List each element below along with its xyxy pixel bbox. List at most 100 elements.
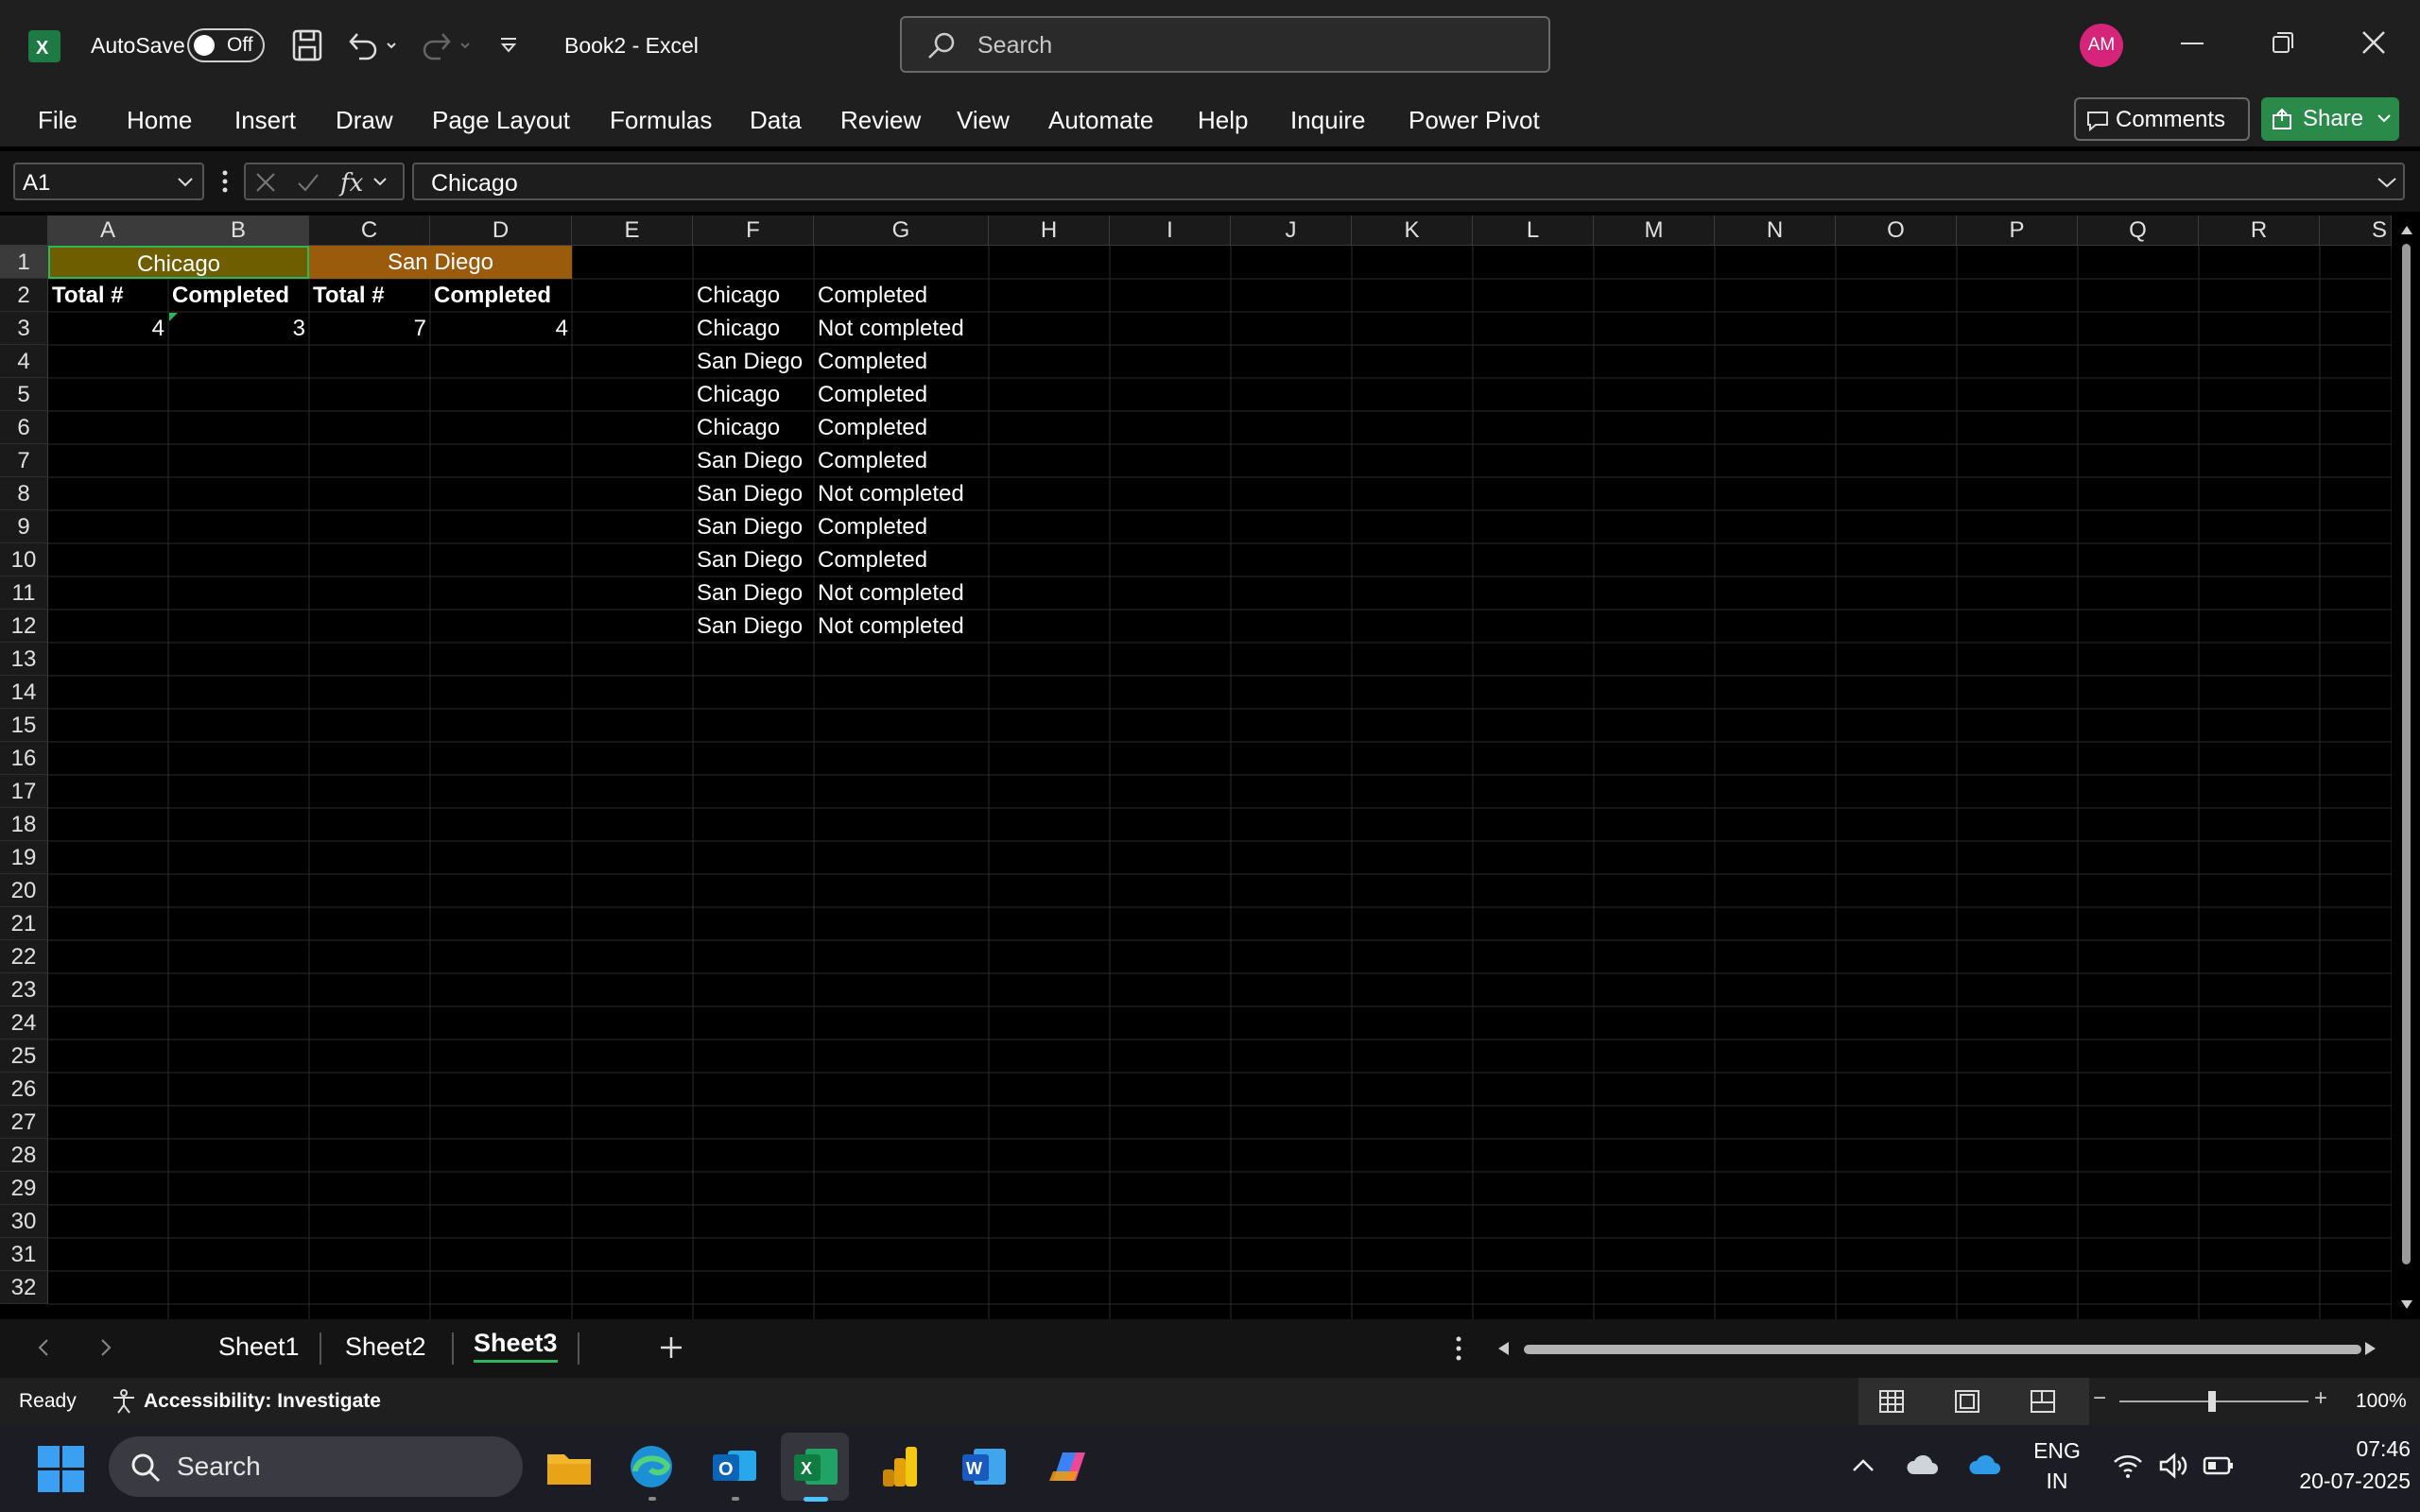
- col-header-c[interactable]: C: [309, 215, 430, 246]
- zoom-slider-thumb[interactable]: [2208, 1391, 2216, 1412]
- sheet-tab-sheet1[interactable]: Sheet1: [218, 1332, 300, 1362]
- row-header[interactable]: 6: [0, 411, 48, 444]
- volume-icon[interactable]: [2157, 1452, 2189, 1480]
- row-header[interactable]: 17: [0, 775, 48, 808]
- cell-a3[interactable]: 4: [48, 312, 168, 345]
- cell-g6[interactable]: Completed: [814, 411, 931, 444]
- row-header[interactable]: 10: [0, 543, 48, 576]
- scroll-down-icon[interactable]: [2399, 1298, 2414, 1312]
- cell-g12[interactable]: Not completed: [814, 610, 968, 643]
- more-options-icon[interactable]: [220, 168, 230, 199]
- insert-function-icon[interactable]: fx: [338, 168, 395, 197]
- scroll-right-icon[interactable]: [2363, 1340, 2378, 1357]
- prev-sheet-icon[interactable]: [34, 1336, 53, 1359]
- col-header-o[interactable]: O: [1836, 215, 1957, 246]
- col-header-p[interactable]: P: [1957, 215, 2078, 246]
- row-header[interactable]: 25: [0, 1040, 48, 1073]
- cell-f12[interactable]: San Diego: [693, 610, 806, 643]
- col-header-r[interactable]: R: [2199, 215, 2320, 246]
- clock-date[interactable]: 20-07-2025: [2250, 1469, 2411, 1494]
- tab-page-layout[interactable]: Page Layout: [432, 106, 570, 135]
- cell-f2[interactable]: Chicago: [693, 279, 784, 312]
- cell-c3[interactable]: 7: [309, 312, 430, 345]
- row-header[interactable]: 4: [0, 345, 48, 378]
- row-header[interactable]: 13: [0, 643, 48, 676]
- outlook-icon[interactable]: O: [711, 1443, 758, 1490]
- formula-input[interactable]: Chicago: [412, 163, 2405, 200]
- tab-home[interactable]: Home: [127, 106, 192, 135]
- cell-f10[interactable]: San Diego: [693, 543, 806, 576]
- onedrive-icon[interactable]: [1968, 1452, 2002, 1478]
- zoom-in-icon[interactable]: +: [2314, 1385, 2327, 1412]
- worksheet-grid[interactable]: A B C D E F G H I J K L M N O P Q R S 1 …: [0, 215, 2392, 1319]
- row-header[interactable]: 20: [0, 874, 48, 907]
- vertical-scrollbar[interactable]: [2392, 215, 2420, 1319]
- col-header-b[interactable]: B: [168, 215, 309, 246]
- redo-icon[interactable]: [420, 28, 476, 67]
- row-header[interactable]: 31: [0, 1238, 48, 1271]
- expand-formula-icon[interactable]: [2377, 175, 2397, 190]
- col-header-m[interactable]: M: [1594, 215, 1715, 246]
- undo-icon[interactable]: [344, 28, 401, 67]
- customize-toolbar-icon[interactable]: [497, 34, 520, 61]
- col-header-e[interactable]: E: [572, 215, 693, 246]
- enter-icon[interactable]: [297, 172, 320, 193]
- cloud-icon[interactable]: [1906, 1452, 1940, 1478]
- zoom-out-icon[interactable]: −: [2093, 1385, 2106, 1412]
- tab-review[interactable]: Review: [840, 106, 921, 135]
- merged-header-san-diego[interactable]: San Diego: [309, 246, 572, 279]
- sheet-tab-sheet2[interactable]: Sheet2: [345, 1332, 426, 1362]
- row-header[interactable]: 26: [0, 1073, 48, 1106]
- cell-f8[interactable]: San Diego: [693, 477, 806, 510]
- cell-d2[interactable]: Completed: [430, 279, 572, 312]
- windows-start-icon[interactable]: [38, 1446, 85, 1493]
- horizontal-scroll-thumb[interactable]: [1524, 1345, 2361, 1354]
- restore-icon[interactable]: [2269, 28, 2297, 61]
- row-header[interactable]: 30: [0, 1205, 48, 1238]
- battery-icon[interactable]: [2203, 1453, 2235, 1478]
- row-header[interactable]: 21: [0, 907, 48, 940]
- wifi-icon[interactable]: [2112, 1452, 2144, 1480]
- col-header-i[interactable]: I: [1110, 215, 1231, 246]
- save-icon[interactable]: [291, 28, 323, 67]
- avatar[interactable]: AM: [2080, 24, 2123, 67]
- language-line1[interactable]: ENG: [2029, 1438, 2085, 1464]
- cell-g5[interactable]: Completed: [814, 378, 931, 411]
- row-header[interactable]: 23: [0, 973, 48, 1006]
- chevron-up-icon[interactable]: [1851, 1453, 1876, 1478]
- cell-b2[interactable]: Completed: [168, 279, 309, 312]
- cell-g9[interactable]: Completed: [814, 510, 931, 543]
- cell-c2[interactable]: Total #: [309, 279, 430, 312]
- row-header[interactable]: 18: [0, 808, 48, 841]
- row-header[interactable]: 32: [0, 1271, 48, 1304]
- row-header[interactable]: 15: [0, 709, 48, 742]
- col-header-j[interactable]: J: [1231, 215, 1352, 246]
- tab-data[interactable]: Data: [750, 106, 802, 135]
- page-break-view-icon[interactable]: [2029, 1387, 2057, 1416]
- cancel-icon[interactable]: [255, 172, 276, 193]
- row-header[interactable]: 19: [0, 841, 48, 874]
- language-line2[interactable]: IN: [2029, 1469, 2085, 1494]
- tab-automate[interactable]: Automate: [1048, 106, 1153, 135]
- row-header[interactable]: 29: [0, 1172, 48, 1205]
- vertical-scroll-thumb[interactable]: [2402, 244, 2411, 1264]
- comments-button[interactable]: Comments: [2074, 97, 2250, 141]
- zoom-level[interactable]: 100%: [2356, 1390, 2407, 1413]
- name-box[interactable]: A1: [13, 163, 204, 200]
- cell-f6[interactable]: Chicago: [693, 411, 784, 444]
- cell-g3[interactable]: Not completed: [814, 312, 968, 345]
- word-icon[interactable]: W: [960, 1443, 1008, 1490]
- copilot-icon[interactable]: [1044, 1443, 1091, 1490]
- tab-help[interactable]: Help: [1198, 106, 1248, 135]
- power-bi-icon[interactable]: [877, 1443, 925, 1490]
- tab-power-pivot[interactable]: Power Pivot: [1409, 106, 1540, 135]
- taskbar-search[interactable]: Search: [109, 1436, 523, 1497]
- tab-formulas[interactable]: Formulas: [610, 106, 712, 135]
- cell-d3[interactable]: 4: [430, 312, 572, 345]
- col-header-f[interactable]: F: [693, 215, 814, 246]
- row-header[interactable]: 1: [0, 246, 48, 279]
- row-header[interactable]: 8: [0, 477, 48, 510]
- tab-insert[interactable]: Insert: [234, 106, 296, 135]
- edge-browser-icon[interactable]: [628, 1443, 675, 1490]
- cell-f11[interactable]: San Diego: [693, 576, 806, 610]
